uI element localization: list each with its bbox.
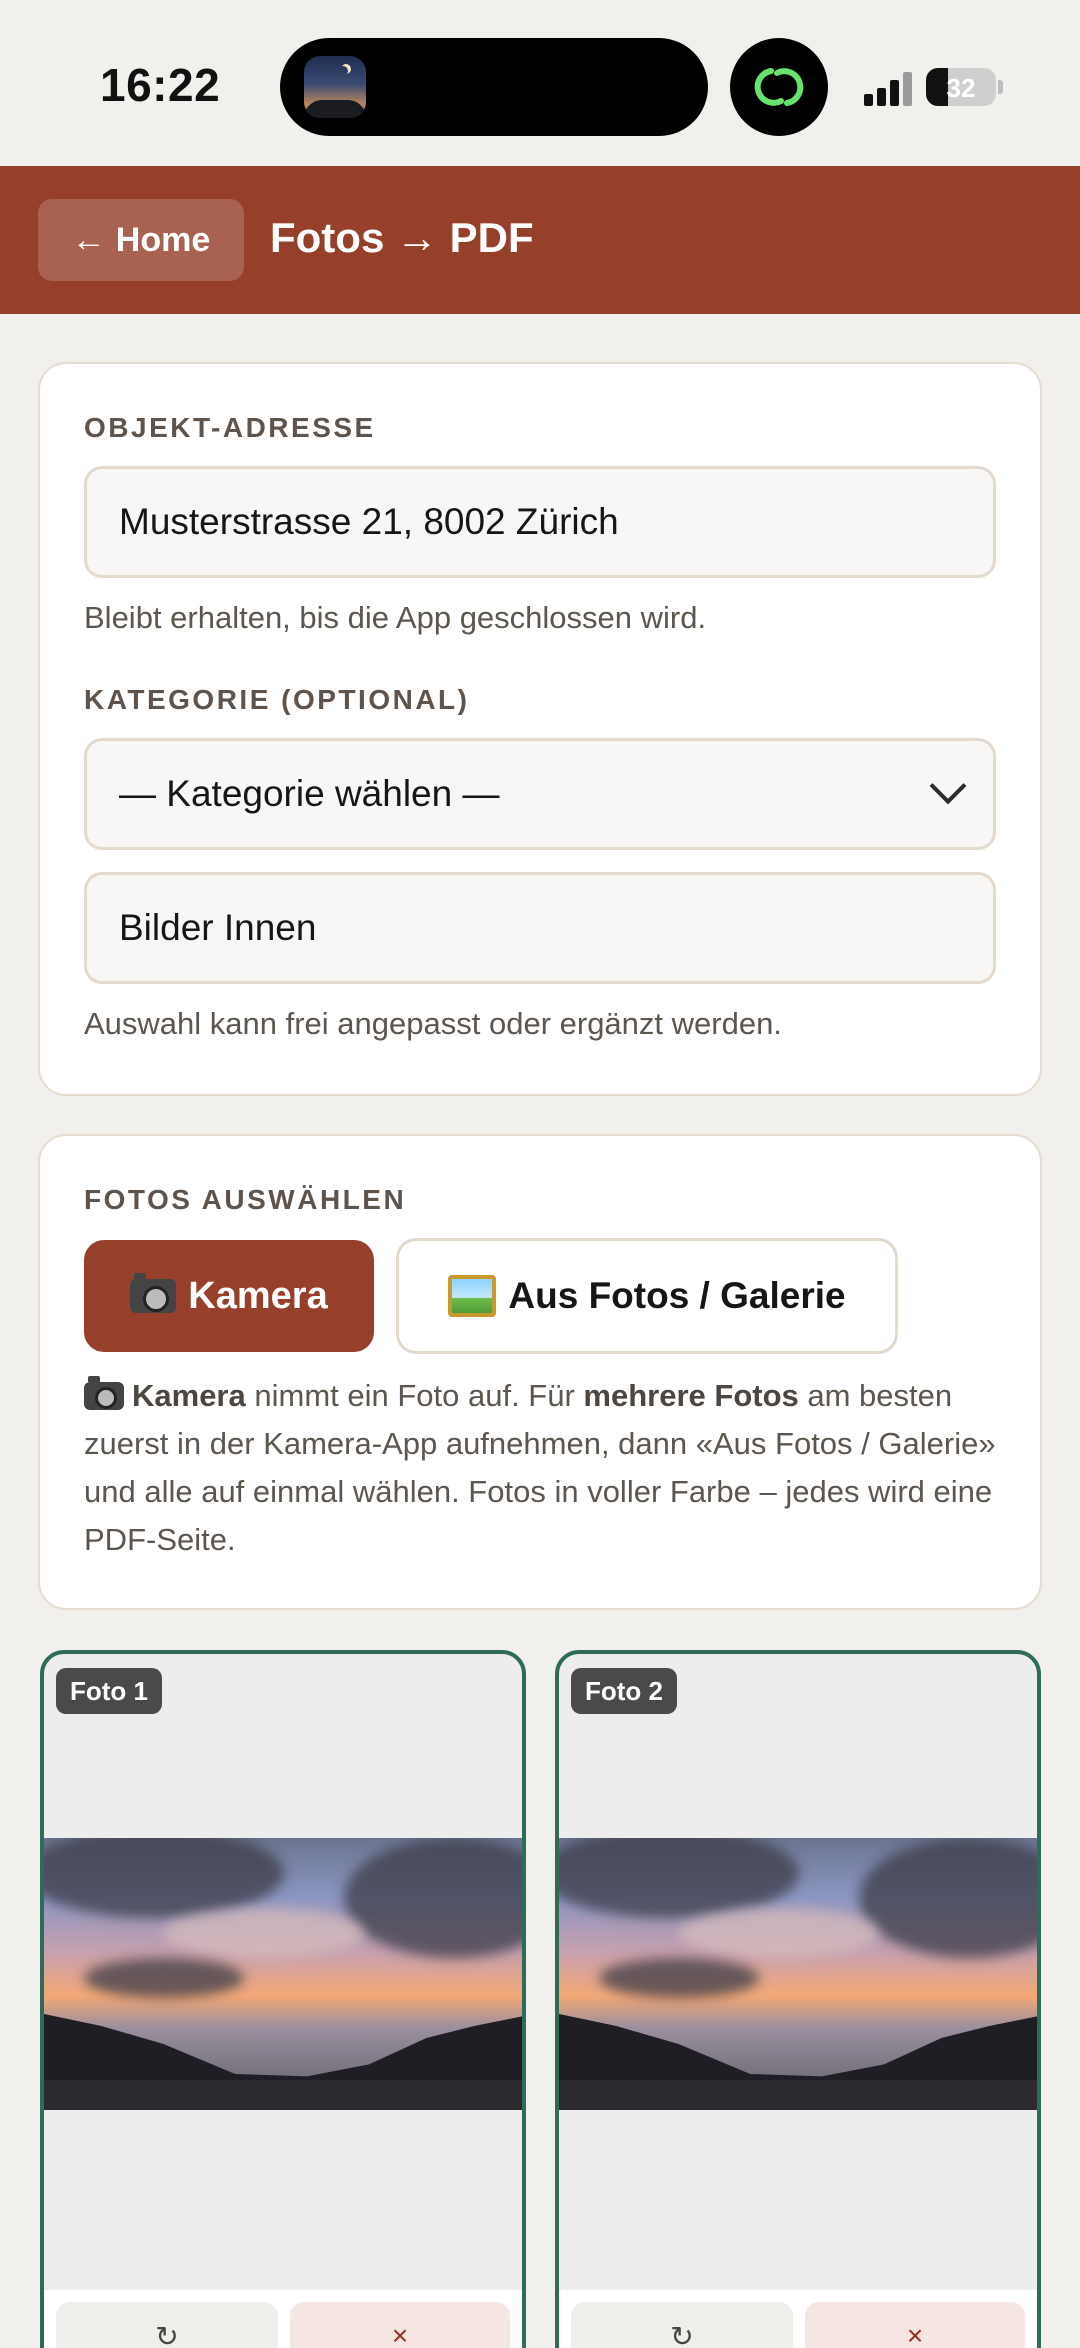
address-label: OBJEKT-ADRESSE [84, 412, 376, 443]
photo-actions: ↻ × [44, 2290, 522, 2348]
page-title: Fotos → PDF [270, 214, 534, 261]
photo-card[interactable]: Foto 1 ↻ × [40, 1650, 526, 2348]
category-select-value: — Kategorie wählen — [119, 773, 500, 814]
arrow-left-icon: ← [71, 220, 106, 259]
category-input[interactable]: Bilder Innen [84, 872, 996, 984]
home-button-label: Home [115, 220, 211, 259]
rotate-button[interactable]: ↻ [56, 2302, 278, 2348]
desc-text-1: nimmt ein Foto auf. Für [245, 1378, 584, 1413]
category-input-value: Bilder Innen [119, 907, 317, 948]
home-button[interactable]: ← Home [38, 199, 244, 281]
cellular-signal-icon [864, 72, 916, 106]
category-label: KATEGORIE (OPTIONAL) [84, 684, 470, 715]
address-helper: Bleibt erhalten, bis die App geschlossen… [84, 600, 707, 635]
rotate-icon: ↻ [670, 2321, 694, 2348]
address-value: Musterstrasse 21, 8002 Zürich [119, 501, 619, 542]
close-icon: × [391, 2320, 409, 2348]
address-input[interactable]: Musterstrasse 21, 8002 Zürich [84, 466, 996, 578]
dynamic-island [280, 38, 708, 136]
now-playing-thumbnail [304, 56, 366, 118]
category-helper: Auswahl kann frei angepasst oder ergänzt… [84, 1006, 782, 1041]
photo-badge: Foto 1 [56, 1668, 162, 1714]
gallery-button-label: Aus Fotos / Galerie [508, 1275, 846, 1316]
battery-icon: 32 [926, 68, 996, 106]
photo-badge: Foto 2 [571, 1668, 677, 1714]
camera-button[interactable]: Kamera [84, 1240, 374, 1352]
camera-icon [130, 1273, 177, 1313]
category-select[interactable]: — Kategorie wählen — [84, 738, 996, 850]
desc-multiple: mehrere Fotos [583, 1378, 799, 1413]
app-header: ← Home Fotos → PDF [0, 166, 1080, 314]
framed-picture-icon [448, 1275, 497, 1317]
camera-button-label: Kamera [188, 1274, 328, 1317]
photos-label: FOTOS AUSWÄHLEN [84, 1184, 407, 1215]
camera-icon [84, 1376, 124, 1410]
photo-thumbnail [559, 1838, 1037, 2110]
battery-percent: 32 [946, 73, 976, 103]
photos-card: FOTOS AUSWÄHLEN Kamera Aus Fotos / Galer… [38, 1134, 1042, 1610]
photo-card[interactable]: Foto 2 ↻ × [555, 1650, 1041, 2348]
rotate-button[interactable]: ↻ [571, 2302, 793, 2348]
rotate-icon: ↻ [155, 2321, 179, 2348]
status-bar: 16:22 32 [0, 0, 1080, 166]
remove-button[interactable]: × [805, 2302, 1025, 2348]
gallery-button[interactable]: Aus Fotos / Galerie [396, 1238, 898, 1354]
photo-thumbnail [44, 1838, 522, 2110]
photos-description: Kamera nimmt ein Foto auf. Für mehrere F… [84, 1372, 1004, 1564]
status-time: 16:22 [100, 59, 221, 111]
chevron-down-icon [929, 767, 967, 805]
desc-camera: Kamera [132, 1378, 246, 1413]
remove-button[interactable]: × [290, 2302, 510, 2348]
close-icon: × [906, 2320, 924, 2348]
linked-rings-icon [730, 38, 828, 136]
details-card: OBJEKT-ADRESSE Musterstrasse 21, 8002 Zü… [38, 362, 1042, 1096]
photo-actions: ↻ × [559, 2290, 1037, 2348]
